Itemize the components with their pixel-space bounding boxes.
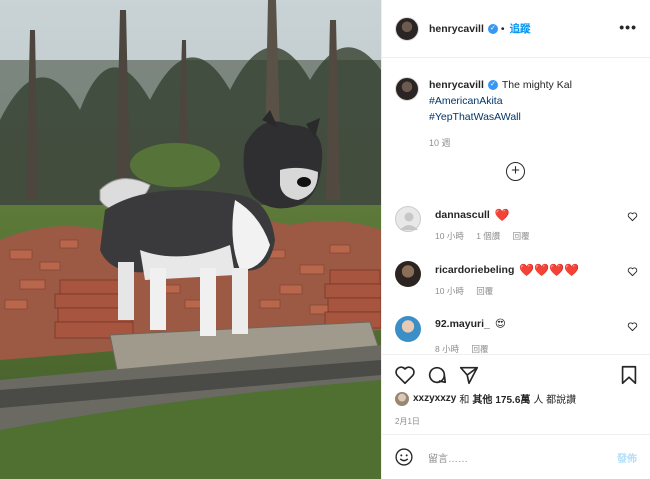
- post-date[interactable]: 2月1日: [395, 416, 420, 427]
- likes-summary[interactable]: xxzyxxzy 和 其他 175.6萬 人 都說讚: [395, 391, 576, 406]
- hashtag-link[interactable]: #AmericanAkita: [429, 93, 640, 109]
- post-details-panel: henrycavill ✓ • 追蹤 ••• henrycavill ✓ The…: [381, 0, 650, 479]
- bookmark-icon[interactable]: [618, 364, 640, 386]
- author-avatar[interactable]: [395, 16, 419, 41]
- add-comment-bar: 留言…… 發佈: [382, 434, 650, 479]
- comment-icon[interactable]: [426, 364, 448, 386]
- follow-button[interactable]: 追蹤: [510, 21, 531, 36]
- comment-text: ❤️: [494, 208, 510, 222]
- commenter-avatar[interactable]: [395, 316, 421, 342]
- liker-username[interactable]: xxzyxxzy: [413, 393, 456, 404]
- commenter-avatar[interactable]: [395, 206, 421, 232]
- comment-like-count[interactable]: 1 個讚: [476, 231, 500, 241]
- post-photo[interactable]: [0, 0, 381, 479]
- reply-button[interactable]: 回覆: [513, 231, 530, 241]
- verified-badge-icon: ✓: [487, 80, 498, 90]
- load-more-comments-plus-icon[interactable]: +: [506, 162, 525, 181]
- comment-username[interactable]: ricardoriebeling: [435, 264, 514, 276]
- heart-icon[interactable]: [394, 364, 416, 386]
- liker-avatar: [395, 391, 409, 406]
- comment-username[interactable]: dannascull: [435, 209, 490, 221]
- comment-time: 10 小時: [435, 231, 464, 241]
- likes-others-label[interactable]: 其他: [472, 391, 492, 406]
- reply-button[interactable]: 回覆: [471, 344, 488, 354]
- comment-time: 8 小時: [435, 344, 460, 354]
- verified-badge-icon: ✓: [487, 23, 498, 34]
- post-comment-button[interactable]: 發佈: [617, 450, 637, 465]
- likes-suffix: 人 都說讚: [533, 395, 577, 406]
- caption-username[interactable]: henrycavill: [429, 77, 484, 93]
- comment-text: 😍: [494, 318, 506, 330]
- comment-time: 10 小時: [435, 286, 464, 296]
- commenter-avatar[interactable]: [395, 261, 421, 287]
- post-caption: henrycavill ✓ The mighty Kal #AmericanAk…: [395, 77, 640, 151]
- comment-input[interactable]: 留言……: [428, 450, 468, 465]
- likes-count[interactable]: 175.6萬: [495, 391, 530, 406]
- more-options-icon[interactable]: •••: [619, 20, 637, 34]
- action-bar: [382, 354, 650, 396]
- author-username[interactable]: henrycavill: [429, 23, 484, 35]
- comment-username[interactable]: 92.mayuri_: [435, 318, 490, 330]
- comment-like-heart-icon[interactable]: [627, 321, 638, 332]
- comment-like-heart-icon[interactable]: [627, 266, 638, 277]
- comment-text: ❤️❤️❤️❤️: [519, 263, 580, 277]
- share-icon[interactable]: [458, 364, 480, 386]
- reply-button[interactable]: 回覆: [476, 286, 493, 296]
- akita-dog-photo: [0, 0, 381, 479]
- comment-like-heart-icon[interactable]: [627, 211, 638, 222]
- caption-avatar[interactable]: [395, 77, 419, 101]
- caption-text: The mighty Kal: [501, 79, 572, 91]
- likes-and: 和: [459, 395, 470, 406]
- post-header: henrycavill ✓ • 追蹤 •••: [382, 0, 650, 58]
- separator-dot: •: [500, 22, 505, 35]
- caption-time: 10 週: [429, 138, 451, 148]
- hashtag-link[interactable]: #YepThatWasAWall: [429, 109, 640, 125]
- emoji-icon[interactable]: [394, 447, 414, 467]
